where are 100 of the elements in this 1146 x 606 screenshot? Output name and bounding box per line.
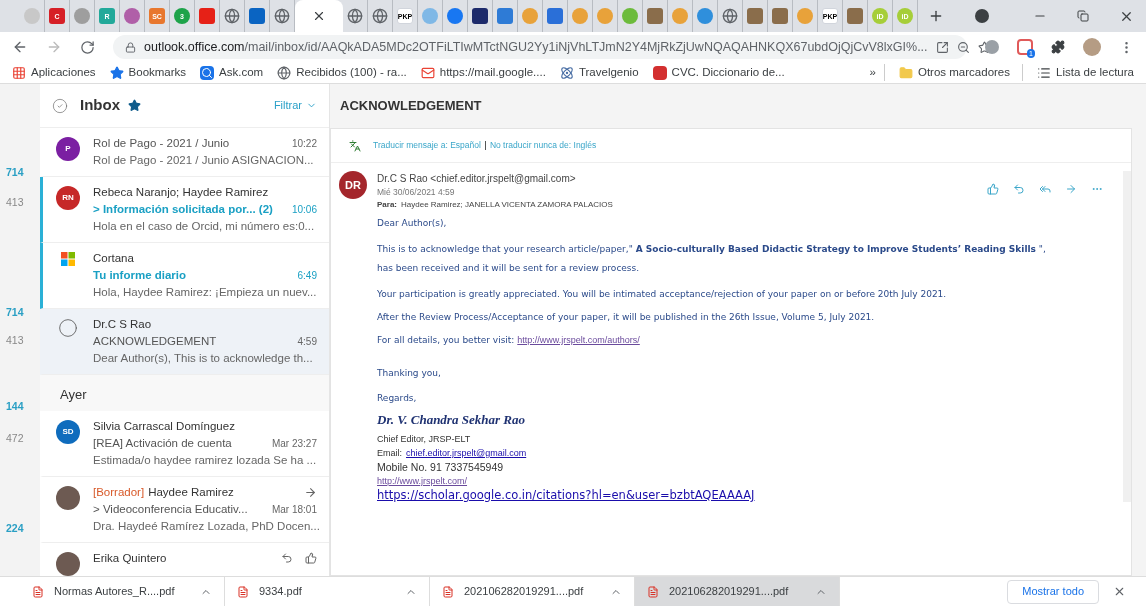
globe-icon (347, 8, 363, 24)
bookmark-item[interactable]: Aplicaciones (12, 63, 96, 82)
bookmark-item[interactable]: https://mail.google.... (420, 63, 546, 82)
restore-icon[interactable] (1077, 10, 1089, 22)
sent-date: Mié 30/06/2021 4:59 (377, 186, 456, 199)
message-time: Mar 23:27 (271, 436, 317, 451)
zoom-out-icon[interactable] (956, 40, 970, 54)
sender-name: Silvia Carrascal Domínguez (93, 418, 235, 434)
bookmark-item[interactable]: CVC. Diccionario de... (652, 63, 785, 82)
signature: Dr. V. Chandra Sekhar Rao (377, 412, 526, 426)
avatar: SD (56, 419, 80, 444)
message-item[interactable]: Dr.C S Rao ACKNOWLEDGEMENT 4:59 Dear Author(s), This is to acknowledge th... (40, 309, 329, 375)
message-time: 10:06 (291, 203, 317, 217)
select-all-icon[interactable] (52, 97, 68, 114)
atom-icon (559, 65, 574, 80)
globe-icon (722, 8, 738, 24)
profile-avatar[interactable] (1083, 38, 1101, 56)
reload-icon[interactable] (80, 39, 95, 55)
message-time: 6:49 (297, 269, 317, 283)
message-title: ACKNOWLEDGEMENT (339, 97, 483, 116)
favicon-icon (249, 8, 265, 24)
signature-role: Chief Editor, JRSP-ELT (377, 432, 471, 446)
body-paragraph: Your participation is greatly appreciated. You will be intimated acceptance/rejection of your paper on or before 20th July 2021. (377, 287, 948, 301)
tab-search-icon[interactable] (975, 9, 989, 23)
more-bookmarks[interactable]: » (869, 63, 885, 82)
back-icon[interactable] (12, 39, 28, 55)
message-subject: Rol de Pago - 2021 / Junio (93, 136, 230, 151)
favicon-icon (199, 8, 215, 24)
new-tab-icon[interactable] (928, 8, 944, 24)
open-in-icon[interactable] (935, 40, 949, 54)
message-time: 4:59 (297, 335, 317, 349)
forward-icon[interactable] (46, 39, 62, 55)
file-name: Normas Autores_R....pdf (54, 584, 176, 600)
sender-avatar: DR (339, 171, 367, 199)
favicon-icon (74, 8, 90, 24)
close-icon[interactable] (1113, 585, 1126, 598)
favicon-icon (447, 8, 463, 24)
mail-icon (420, 65, 435, 80)
bookmark-item[interactable]: Ask.com (200, 63, 264, 82)
favicon-icon (24, 8, 40, 24)
message-preview: Estimada/o haydee ramirez lozada Se ha ... (93, 452, 317, 468)
reply-icon[interactable] (281, 552, 293, 564)
folder-count: 714 (6, 165, 25, 180)
extension-icon[interactable] (985, 40, 999, 54)
favicon-icon (797, 8, 813, 24)
favorite-star-icon[interactable] (128, 99, 141, 112)
message-subject: [REA] Activación de cuenta (93, 435, 232, 451)
sender-name: Haydee Ramirez (148, 484, 234, 500)
sender-name: Erika Quintero (93, 550, 167, 566)
bookmark-item[interactable]: Recibidos (100) - ra... (277, 63, 407, 82)
file-name: 202106282019291....pdf (669, 584, 790, 600)
bookmark-item[interactable]: Bookmarks (109, 63, 187, 82)
like-icon[interactable] (305, 552, 317, 564)
folder-count: 413 (6, 195, 25, 210)
message-preview: Dra. Haydeé Ramírez Lozada, PhD Docen... (93, 518, 317, 534)
authors-link[interactable]: http://www.jrspelt.com/authors/ (517, 334, 640, 345)
favicon-icon (622, 8, 638, 24)
email-link[interactable]: chief.editor.jrspelt@gmail.com (406, 445, 527, 460)
body-paragraph: For all details, you better visit: http://www.jrspelt.com/authors/ (377, 333, 641, 347)
reply-icon[interactable] (1013, 183, 1025, 195)
message-item[interactable]: RN Rebeca Naranjo; Haydee Ramirez > Información solicitada por... (2) 10:06 Hola en el caso de Orcid, mi número es:0... (40, 177, 329, 243)
pdf-file-icon (32, 585, 44, 598)
favicon-icon (547, 8, 563, 24)
pdf-file-icon (647, 585, 659, 598)
extensions-icon[interactable] (1051, 40, 1065, 54)
sender-address: Dr.C S Rao <chief.editor.jrspelt@gmail.com> (377, 172, 577, 186)
favicon-icon (772, 8, 788, 24)
file-name: 202106282019291....pdf (464, 584, 585, 600)
message-subject: ACKNOWLEDGEMENT (93, 334, 217, 349)
date-group-header: Ayer (40, 375, 329, 411)
folder-count: 413 (6, 333, 25, 348)
forward-icon[interactable] (1065, 183, 1077, 195)
forward-icon (304, 485, 317, 499)
favicon-icon (647, 8, 663, 24)
reading-list-button[interactable]: Lista de lectura (1037, 63, 1134, 82)
avatar-placeholder (56, 485, 80, 510)
message-subject: Tu informe diario (93, 268, 187, 283)
mobile-number: Mobile No. 91 7337545949 (377, 459, 504, 474)
like-icon[interactable] (987, 183, 999, 195)
message-item[interactable]: Cortana Tu informe diario 6:49 Hola, Haydee Ramirez: ¡Empieza un nuev... (40, 243, 329, 309)
message-time: Mar 18:01 (271, 502, 317, 517)
favicon-icon (747, 8, 763, 24)
sender-name: Rebeca Naranjo; Haydee Ramirez (93, 185, 269, 200)
reply-all-icon[interactable] (1039, 183, 1051, 195)
select-circle-icon[interactable] (58, 318, 78, 338)
folder-count: 472 (6, 431, 25, 446)
close-tab-icon[interactable] (312, 9, 326, 23)
folder-count: 144 (6, 399, 25, 414)
scholar-link[interactable]: https://scholar.google.co.in/citations?hl=en&user=bzbtAQEAAAAJ (377, 487, 755, 502)
avatar: RN (56, 186, 80, 210)
bookmark-folder[interactable]: Otros marcadores (898, 63, 1023, 82)
file-name: 9334.pdf (259, 584, 303, 600)
show-all-button[interactable]: Mostrar todo (1007, 579, 1099, 604)
website-link[interactable]: http://www.jrspelt.com/ (377, 473, 468, 488)
download-item[interactable]: 202106282019291....pdf (635, 576, 840, 606)
globe-icon (224, 8, 240, 24)
recipients: Haydee Ramirez; JANELLA VICENTA ZAMORA PALACIOS (401, 198, 613, 211)
folder-count: 224 (6, 521, 25, 536)
bookmark-item[interactable]: Travelgenio (559, 63, 639, 82)
message-preview: Rol de Pago - 2021 / Junio ASIGNACION... (93, 153, 315, 168)
